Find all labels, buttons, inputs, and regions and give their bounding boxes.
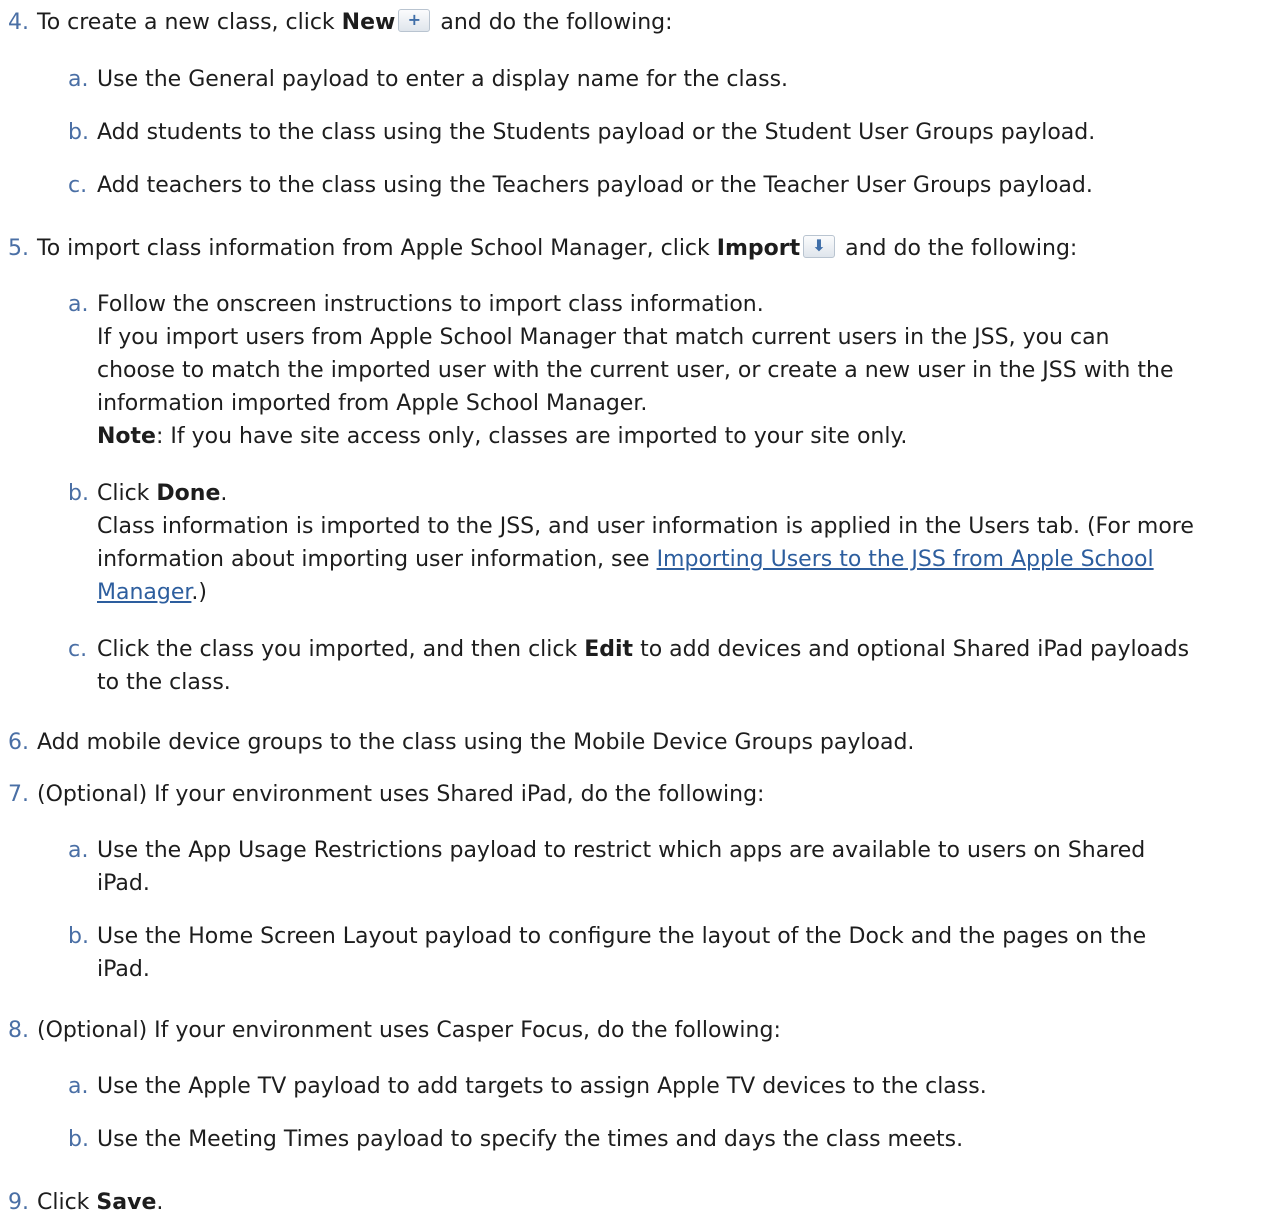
line-post: .) bbox=[191, 580, 207, 605]
substep-text: Use the Meeting Times payload to specify… bbox=[97, 1127, 964, 1152]
substep-line: information about importing user informa… bbox=[97, 543, 1267, 576]
substep-letter: b. bbox=[68, 120, 89, 145]
substep-letter: a. bbox=[68, 292, 89, 317]
substep-text: Use the General payload to enter a displ… bbox=[97, 67, 789, 92]
substep-text: Use the Apple TV payload to add targets … bbox=[97, 1074, 987, 1099]
step-number: 6. bbox=[8, 730, 29, 755]
substep-letter: b. bbox=[68, 481, 89, 506]
substep-text: Add students to the class using the Stud… bbox=[97, 120, 1096, 145]
substep-letter: a. bbox=[68, 67, 89, 92]
step-text: To create a new class, click New + and do… bbox=[37, 6, 673, 39]
step-text-pre: To create a new class, click bbox=[37, 10, 342, 35]
substep-line: Click Done. bbox=[97, 477, 1267, 510]
new-button-label: New bbox=[341, 10, 396, 35]
step-number: 9. bbox=[8, 1190, 29, 1215]
substep-text: Click Done. Class information is importe… bbox=[97, 477, 1267, 609]
done-button-label: Done bbox=[156, 481, 221, 506]
save-button-label: Save bbox=[96, 1190, 157, 1215]
substep-text: Click the class you imported, and then c… bbox=[97, 633, 1267, 699]
download-arrow-icon: ⬇ bbox=[803, 235, 836, 258]
substep-text: Use the Home Screen Layout payload to co… bbox=[97, 920, 1267, 986]
import-button-label: Import bbox=[716, 236, 801, 261]
substep-line: If you import users from Apple School Ma… bbox=[97, 325, 1110, 350]
substep-line: iPad. bbox=[97, 871, 150, 896]
step-number: 4. bbox=[8, 10, 29, 35]
substep-text: Add teachers to the class using the Teac… bbox=[97, 173, 1093, 198]
line-post: to add devices and optional Shared iPad … bbox=[633, 637, 1190, 662]
plus-icon: + bbox=[398, 9, 431, 32]
substep-letter: c. bbox=[68, 173, 88, 198]
line-pre: information about importing user informa… bbox=[97, 547, 657, 572]
substep-line: Use the Home Screen Layout payload to co… bbox=[97, 924, 1147, 949]
substep-letter: a. bbox=[68, 1074, 89, 1099]
substep-line: Use the App Usage Restrictions payload t… bbox=[97, 838, 1146, 863]
step-text: (Optional) If your environment uses Casp… bbox=[37, 1018, 781, 1043]
step-text: To import class information from Apple S… bbox=[37, 232, 1077, 265]
importing-users-link[interactable]: Importing Users to the JSS from Apple Sc… bbox=[657, 547, 1154, 572]
substep-line: to the class. bbox=[97, 670, 231, 695]
substep-line: information imported from Apple School M… bbox=[97, 391, 648, 416]
note-text: : If you have site access only, classes … bbox=[155, 424, 908, 449]
edit-button-label: Edit bbox=[584, 637, 634, 662]
substep-line: choose to match the imported user with t… bbox=[97, 358, 1174, 383]
step-text-post: and do the following: bbox=[838, 236, 1078, 261]
substep-letter: a. bbox=[68, 838, 89, 863]
document-page: 4. To create a new class, click New + and… bbox=[0, 0, 1285, 1232]
step-text: Add mobile device groups to the class us… bbox=[37, 730, 915, 755]
note-line: Note: If you have site access only, clas… bbox=[97, 420, 1267, 453]
substep-line: Follow the onscreen instructions to impo… bbox=[97, 292, 764, 317]
substep-letter: b. bbox=[68, 924, 89, 949]
step-text-pre: To import class information from Apple S… bbox=[37, 236, 717, 261]
line-post: . bbox=[220, 481, 228, 506]
step-text-pre: Click bbox=[37, 1190, 97, 1215]
substep-text: Follow the onscreen instructions to impo… bbox=[97, 288, 1267, 453]
importing-users-link-continued[interactable]: Manager bbox=[97, 580, 191, 605]
step-number: 5. bbox=[8, 236, 29, 261]
substep-letter: b. bbox=[68, 1127, 89, 1152]
substep-line: Click the class you imported, and then c… bbox=[97, 633, 1267, 666]
substep-line: Class information is imported to the JSS… bbox=[97, 514, 1194, 539]
substep-letter: c. bbox=[68, 637, 88, 662]
substep-line: Manager.) bbox=[97, 576, 1267, 609]
note-label: Note bbox=[97, 424, 156, 449]
step-text-post: . bbox=[156, 1190, 164, 1215]
substep-line: iPad. bbox=[97, 957, 150, 982]
line-pre: Click bbox=[97, 481, 157, 506]
line-pre: Click the class you imported, and then c… bbox=[97, 637, 585, 662]
step-text-post: and do the following: bbox=[433, 10, 673, 35]
step-number: 7. bbox=[8, 782, 29, 807]
substep-text: Use the App Usage Restrictions payload t… bbox=[97, 834, 1267, 900]
step-text: Click Save. bbox=[37, 1186, 163, 1219]
step-text: (Optional) If your environment uses Shar… bbox=[37, 782, 765, 807]
step-number: 8. bbox=[8, 1018, 29, 1043]
